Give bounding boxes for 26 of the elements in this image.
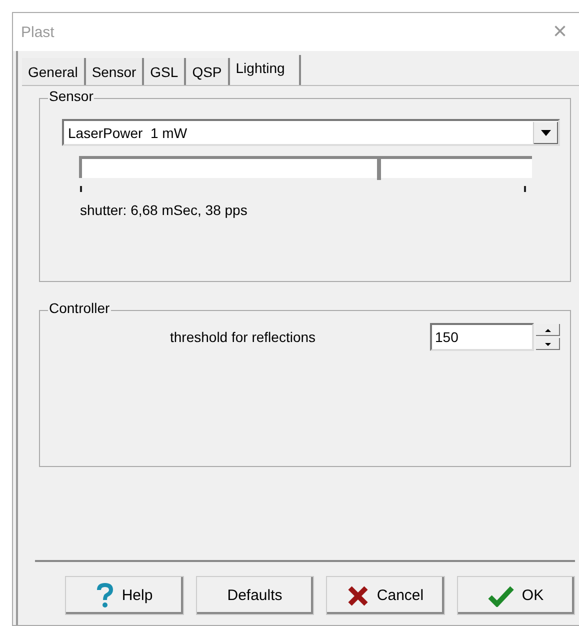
tab[interactable]: GSL [144,58,186,85]
checkmark-icon [488,584,514,606]
defaults-button[interactable]: Defaults [196,576,314,615]
help-icon [96,582,114,608]
threshold-label: threshold for reflections [170,329,317,345]
tab[interactable]: General [22,58,86,85]
window-title: Plast [21,24,54,40]
ok-button[interactable]: OK [456,576,575,615]
tab[interactable]: Sensor [86,58,144,85]
spin-down-button[interactable] [536,338,560,350]
slider-thumb[interactable] [377,156,381,180]
threshold-field[interactable]: 150 [430,323,534,351]
tick-mark [80,186,82,192]
group-title: Controller [48,300,111,316]
down-arrow-icon [545,342,551,346]
spin-up-button[interactable] [536,324,560,336]
shutter-status: shutter: 6,68 mSec, 38 pps [80,202,248,218]
laser-power-dropdown[interactable]: LaserPower 1 mW [62,119,560,146]
tab[interactable]: QSP [186,58,230,85]
cross-icon [346,584,369,606]
help-button[interactable]: Help [65,576,184,615]
tick-mark [524,186,526,192]
cancel-button[interactable]: Cancel [326,576,444,615]
group-title: Sensor [48,88,94,104]
up-arrow-icon [545,328,551,332]
caret-icon [541,130,551,136]
